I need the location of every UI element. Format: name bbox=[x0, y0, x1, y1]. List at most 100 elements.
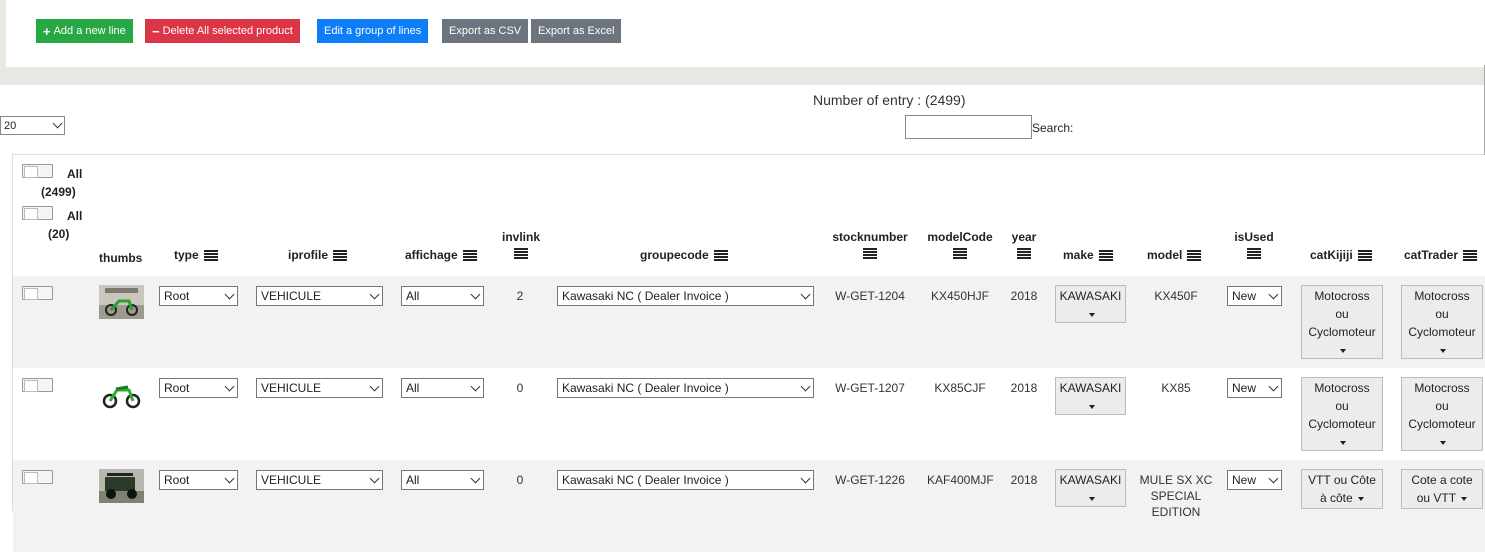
menu-icon[interactable] bbox=[1463, 250, 1478, 262]
column-header-catkijiji[interactable]: catKijiji bbox=[1310, 248, 1372, 262]
select-all-count: (2499) bbox=[41, 185, 76, 199]
year-value: 2018 bbox=[1010, 289, 1038, 303]
select-all-label: All bbox=[67, 167, 83, 181]
chevron-down-icon bbox=[470, 381, 481, 391]
groupecode-select[interactable]: Kawasaki NC ( Dealer Invoice ) bbox=[557, 470, 814, 490]
stocknumber-value: W-GET-1207 bbox=[835, 381, 905, 395]
groupecode-select[interactable]: Kawasaki NC ( Dealer Invoice ) bbox=[557, 286, 814, 306]
page-size-select[interactable]: 20 bbox=[0, 116, 65, 135]
column-header-invlink[interactable]: invlink bbox=[501, 230, 541, 259]
toolbar-panel: + Add a new line − Delete All selected p… bbox=[6, 0, 1485, 67]
search-input[interactable] bbox=[905, 115, 1032, 139]
chevron-down-icon bbox=[369, 473, 380, 483]
menu-icon[interactable] bbox=[953, 248, 967, 259]
chevron-down-icon bbox=[470, 473, 481, 483]
product-table: All (2499) All (20) thumbs type iprofile… bbox=[12, 154, 1485, 552]
make-dropdown[interactable]: KAWASAKI bbox=[1055, 377, 1126, 415]
column-header-stocknumber-label: stocknumber bbox=[832, 230, 908, 244]
export-csv-label: Export as CSV bbox=[449, 25, 522, 37]
row-select-toggle[interactable] bbox=[22, 470, 53, 484]
cattrader-dropdown[interactable]: Motocross ou Cyclomoteur bbox=[1401, 377, 1483, 451]
caret-down-icon bbox=[1461, 496, 1468, 501]
menu-icon[interactable] bbox=[333, 250, 348, 262]
iprofile-select[interactable]: VEHICULE bbox=[256, 286, 383, 306]
page-size-value: 20 bbox=[4, 119, 17, 132]
isused-select[interactable]: New bbox=[1227, 378, 1282, 398]
edit-group-button[interactable]: Edit a group of lines bbox=[317, 19, 429, 43]
select-all-toggle[interactable] bbox=[22, 164, 53, 178]
make-dropdown[interactable]: KAWASAKI bbox=[1055, 469, 1126, 507]
catkijiji-dropdown[interactable]: Motocross ou Cyclomoteur bbox=[1301, 377, 1383, 451]
add-line-button[interactable]: + Add a new line bbox=[36, 19, 133, 43]
isused-select[interactable]: New bbox=[1227, 286, 1282, 306]
column-header-thumbs: thumbs bbox=[99, 251, 143, 265]
chevron-down-icon bbox=[369, 289, 380, 299]
column-header-model[interactable]: model bbox=[1147, 248, 1202, 262]
minus-icon: − bbox=[152, 23, 160, 39]
column-header-modelcode[interactable]: modelCode bbox=[927, 230, 993, 259]
column-header-year[interactable]: year bbox=[1009, 230, 1039, 259]
year-value: 2018 bbox=[1010, 473, 1038, 487]
menu-icon[interactable] bbox=[1247, 248, 1261, 259]
column-header-stocknumber[interactable]: stocknumber bbox=[831, 230, 909, 259]
export-csv-button[interactable]: Export as CSV bbox=[442, 19, 529, 43]
menu-icon[interactable] bbox=[203, 250, 218, 262]
column-header-groupecode[interactable]: groupecode bbox=[640, 248, 728, 262]
affichage-select[interactable]: All bbox=[401, 286, 484, 306]
menu-icon[interactable] bbox=[1098, 250, 1113, 262]
export-excel-label: Export as Excel bbox=[538, 25, 615, 37]
column-header-isused[interactable]: isUsed bbox=[1234, 230, 1274, 259]
menu-icon[interactable] bbox=[462, 250, 477, 262]
column-header-groupecode-label: groupecode bbox=[640, 248, 709, 262]
iprofile-select[interactable]: VEHICULE bbox=[256, 470, 383, 490]
menu-icon[interactable] bbox=[713, 250, 728, 262]
caret-down-icon bbox=[1358, 496, 1365, 501]
chevron-down-icon bbox=[369, 381, 380, 391]
catkijiji-dropdown[interactable]: VTT ou Côte à côte bbox=[1301, 469, 1383, 509]
cattrader-dropdown[interactable]: Cote a cote ou VTT bbox=[1401, 469, 1483, 509]
row-select-toggle[interactable] bbox=[22, 286, 53, 300]
affichage-select[interactable]: All bbox=[401, 470, 484, 490]
plus-icon: + bbox=[43, 23, 51, 39]
column-header-type[interactable]: type bbox=[174, 248, 218, 262]
column-header-affichage[interactable]: affichage bbox=[405, 248, 477, 262]
dirt-bike-photo-thumb[interactable] bbox=[99, 285, 144, 319]
year-value: 2018 bbox=[1010, 381, 1038, 395]
menu-icon[interactable] bbox=[1187, 250, 1202, 262]
modelcode-value: KX85CJF bbox=[934, 381, 986, 395]
chevron-down-icon bbox=[1268, 381, 1279, 391]
groupecode-select[interactable]: Kawasaki NC ( Dealer Invoice ) bbox=[557, 378, 814, 398]
menu-icon[interactable] bbox=[1357, 250, 1372, 262]
select-page-toggle[interactable] bbox=[22, 206, 53, 220]
add-line-label: Add a new line bbox=[53, 25, 126, 37]
invlink-value: 0 bbox=[516, 473, 524, 487]
isused-select[interactable]: New bbox=[1227, 470, 1282, 490]
column-header-type-label: type bbox=[174, 248, 199, 262]
type-select[interactable]: Root bbox=[159, 470, 238, 490]
export-excel-button[interactable]: Export as Excel bbox=[531, 19, 622, 43]
stocknumber-value: W-GET-1204 bbox=[835, 289, 905, 303]
menu-icon[interactable] bbox=[863, 248, 877, 259]
cattrader-dropdown[interactable]: Motocross ou Cyclomoteur bbox=[1401, 285, 1483, 359]
column-header-cattrader[interactable]: catTrader bbox=[1404, 248, 1478, 262]
column-header-invlink-label: invlink bbox=[501, 230, 540, 244]
catkijiji-dropdown[interactable]: Motocross ou Cyclomoteur bbox=[1301, 285, 1383, 359]
iprofile-select[interactable]: VEHICULE bbox=[256, 378, 383, 398]
caret-down-icon bbox=[1340, 348, 1346, 353]
menu-icon[interactable] bbox=[1017, 248, 1031, 259]
row-select-toggle[interactable] bbox=[22, 378, 53, 392]
column-header-modelcode-label: modelCode bbox=[927, 230, 993, 244]
affichage-select[interactable]: All bbox=[401, 378, 484, 398]
type-select[interactable]: Root bbox=[159, 286, 238, 306]
model-value: KX450F bbox=[1154, 289, 1198, 303]
make-dropdown[interactable]: KAWASAKI bbox=[1055, 285, 1126, 323]
column-header-make[interactable]: make bbox=[1063, 248, 1113, 262]
menu-icon[interactable] bbox=[514, 248, 528, 259]
type-select[interactable]: Root bbox=[159, 378, 238, 398]
column-header-iprofile[interactable]: iprofile bbox=[288, 248, 348, 262]
column-header-affichage-label: affichage bbox=[405, 248, 458, 262]
dirt-bike-cutout-thumb[interactable] bbox=[99, 377, 144, 411]
chevron-down-icon bbox=[470, 289, 481, 299]
utility-vehicle-thumb[interactable] bbox=[99, 469, 144, 503]
delete-selected-button[interactable]: − Delete All selected product bbox=[145, 19, 300, 43]
